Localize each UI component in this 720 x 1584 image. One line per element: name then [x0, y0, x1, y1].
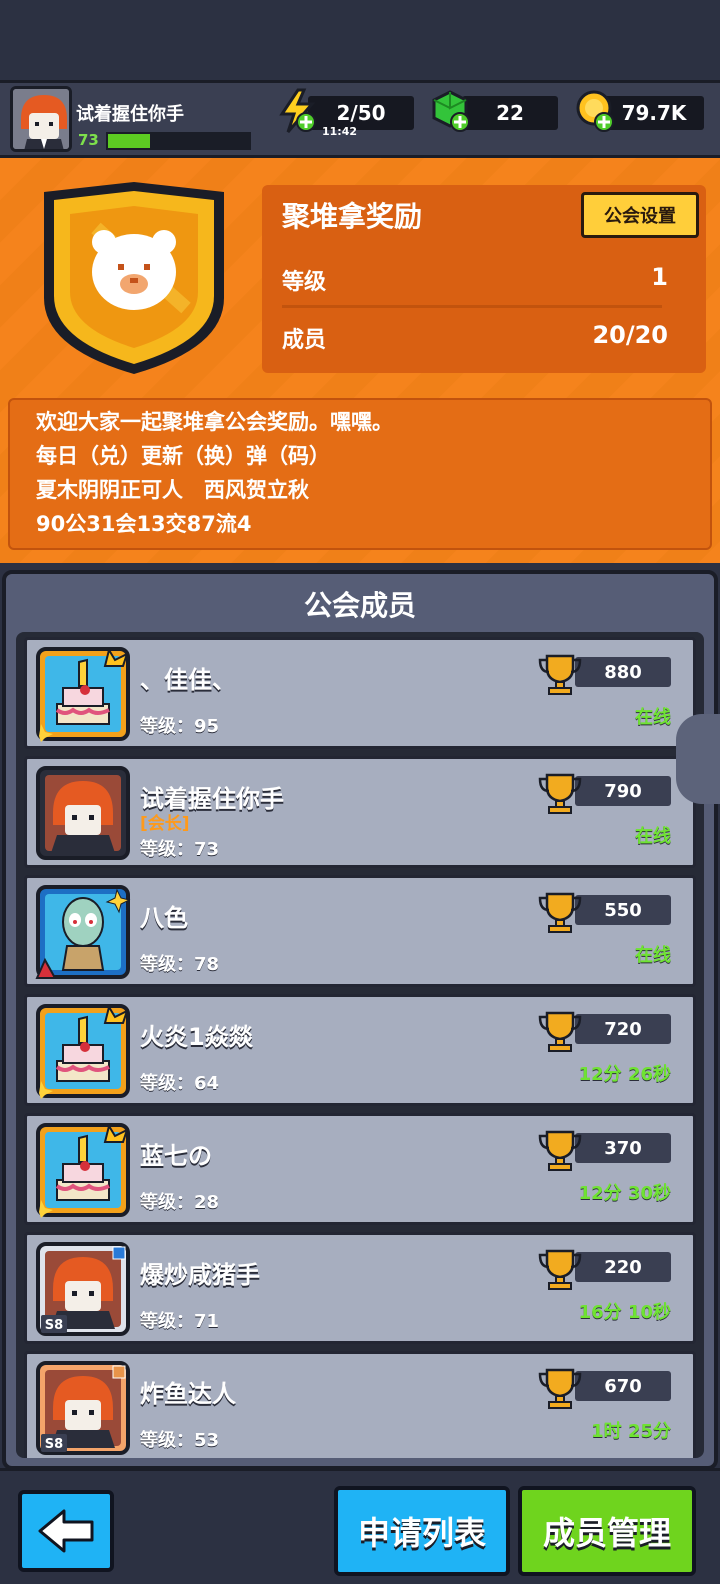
member-role: [会长]	[140, 814, 190, 834]
member-name: 爆炒咸猪手	[140, 1261, 260, 1289]
xp-bar	[106, 132, 251, 150]
trophy-icon	[537, 1126, 583, 1172]
member-name: 蓝七の	[140, 1142, 212, 1170]
member-row[interactable]: 试着握住你手 [会长] 等级：73 790 在线	[24, 756, 696, 868]
application-list-button[interactable]: 申请列表	[334, 1486, 510, 1576]
member-management-button[interactable]: 成员管理	[518, 1486, 696, 1576]
guild-name: 聚堆拿奖励	[282, 200, 423, 233]
trophy-icon	[537, 1007, 583, 1053]
coin-counter: 79.7K	[604, 96, 704, 130]
member-trophy-score: 880	[575, 657, 671, 687]
energy-timer: 11:42	[322, 125, 358, 138]
member-avatar[interactable]	[35, 765, 131, 861]
member-level: 等级：78	[140, 954, 220, 975]
gem-value: 22	[496, 101, 524, 125]
energy-value: 2/50	[336, 101, 386, 125]
member-trophy-score: 790	[575, 776, 671, 806]
divider	[282, 305, 662, 308]
description-line: 欢迎大家一起聚堆拿公会奖励。嘿嘿。	[36, 410, 393, 434]
member-level: 等级：64	[140, 1073, 220, 1094]
member-level: 等级：95	[140, 716, 220, 737]
members-title: 公会成员	[303, 589, 416, 622]
member-online-status: 12分 30秒	[578, 1183, 671, 1204]
gem-icon[interactable]	[430, 88, 474, 134]
member-online-status: 在线	[635, 826, 671, 847]
trophy-icon	[537, 1364, 583, 1410]
player-avatar[interactable]	[10, 86, 72, 152]
member-online-status: 12分 26秒	[578, 1064, 671, 1085]
description-line: 每日（兑）更新（换）弹（码）	[36, 444, 330, 468]
description-line: 90公31会13交87流4	[36, 512, 252, 536]
side-drawer-handle[interactable]	[676, 714, 720, 804]
svg-text:S8: S8	[45, 1437, 63, 1452]
member-online-status: 1时 25分	[591, 1421, 671, 1442]
lightning-icon[interactable]	[276, 88, 320, 134]
trophy-icon	[537, 650, 583, 696]
player-level: 73	[78, 131, 99, 149]
member-avatar[interactable]	[35, 646, 131, 742]
members-list[interactable]: 、佳佳、 等级：95 880 在线 试着握住你手 [会长] 等级：73 790 在线 八色 等级：7…	[16, 632, 704, 1458]
trophy-icon	[537, 888, 583, 934]
member-level: 等级：73	[140, 839, 220, 860]
coin-icon[interactable]	[574, 88, 618, 134]
member-level: 等级：71	[140, 1311, 220, 1332]
member-name: 火炎1焱燚	[140, 1023, 253, 1051]
member-trophy-score: 550	[575, 895, 671, 925]
member-avatar[interactable]	[35, 884, 131, 980]
status-bar-area	[0, 0, 720, 78]
arrow-left-icon	[38, 1509, 94, 1553]
guild-emblem-bear-icon	[44, 182, 224, 374]
gem-counter: 22	[462, 96, 558, 130]
member-online-status: 在线	[635, 707, 671, 728]
member-row[interactable]: 蓝七の等级：28 370 12分 30秒	[24, 1113, 696, 1225]
member-row[interactable]: 火炎1焱燚等级：64 720 12分 26秒	[24, 994, 696, 1106]
member-trophy-score: 220	[575, 1252, 671, 1282]
back-button[interactable]	[18, 1490, 114, 1572]
member-row[interactable]: 八色等级：78 550 在线	[24, 875, 696, 987]
guild-level-label: 等级	[282, 270, 327, 295]
guild-description: 欢迎大家一起聚堆拿公会奖励。嘿嘿。 每日（兑）更新（换）弹（码） 夏木阴阴正可人…	[8, 398, 712, 550]
member-avatar[interactable]	[35, 1122, 131, 1218]
player-name: 试着握住你手	[76, 104, 184, 125]
guild-members-count: 20/20	[592, 321, 668, 349]
guild-members-label: 成员	[282, 328, 327, 353]
member-online-status: 16分 10秒	[578, 1302, 671, 1323]
guild-settings-button[interactable]: 公会设置	[581, 192, 699, 238]
member-avatar[interactable]: S8	[35, 1360, 131, 1456]
member-row[interactable]: 、佳佳、等级：95 880 在线	[24, 637, 696, 749]
svg-text:S8: S8	[45, 1318, 63, 1333]
member-row[interactable]: S8 爆炒咸猪手等级：71 220 16分 10秒	[24, 1232, 696, 1344]
member-avatar[interactable]	[35, 1003, 131, 1099]
member-name: 、佳佳、	[140, 666, 236, 694]
member-row[interactable]: S8 炸鱼达人等级：53 670 1时 25分	[24, 1351, 696, 1458]
member-avatar[interactable]: S8	[35, 1241, 131, 1337]
xp-bar-fill	[108, 134, 151, 148]
member-trophy-score: 720	[575, 1014, 671, 1044]
member-name: 八色	[140, 904, 188, 932]
member-name: 炸鱼达人	[140, 1380, 236, 1408]
member-level: 等级：28	[140, 1192, 220, 1213]
member-trophy-score: 370	[575, 1133, 671, 1163]
member-online-status: 在线	[635, 945, 671, 966]
description-line: 夏木阴阴正可人 西风贺立秋	[36, 478, 309, 502]
member-trophy-score: 670	[575, 1371, 671, 1401]
trophy-icon	[537, 769, 583, 815]
coin-value: 79.7K	[621, 101, 687, 125]
trophy-icon	[537, 1245, 583, 1291]
member-level: 等级：53	[140, 1430, 220, 1451]
guild-level-value: 1	[651, 263, 668, 291]
